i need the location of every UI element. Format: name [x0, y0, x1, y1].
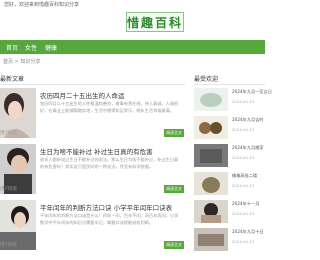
logo-text: 惜趣百科 [127, 15, 184, 30]
site-logo[interactable]: 惜趣百科 [126, 12, 184, 32]
sidebar-title: 最受欢迎 [194, 76, 219, 83]
nav-item-female[interactable]: 女性 [25, 43, 37, 52]
article-card[interactable]: 农历四月二十五出生的人命运 农历四月二十五出生的人性格温和善良，做事有责任感，待… [0, 88, 185, 144]
article-views: 浏览 [8, 187, 17, 192]
sidebar-item-date: 2024-05-13 [232, 155, 255, 160]
section-title-latest: 最新文章 [0, 76, 25, 83]
article-summary: 很多人都听说过生日不能补过的说法，那么生日为啥不能补过，补过生日真的有危害吗？其… [40, 157, 179, 169]
sidebar-item-title[interactable]: 2024年九月十日 [232, 229, 264, 235]
sidebar-thumbnail[interactable] [194, 88, 228, 111]
article-summary: 平年闰年的判断方法口诀是什么？四年一闰，百年不闰，四百年再闰。小学数学中平年闰年… [40, 213, 179, 225]
sidebar-item-title[interactable]: 2024年九月吉时 [232, 117, 264, 123]
sidebar-item[interactable]: 2024年九月吉时 2024-05-13 [194, 116, 265, 143]
sidebar-divider [194, 84, 265, 85]
sidebar-item-date: 2024-05-13 [232, 239, 255, 244]
article-title[interactable]: 平年闰年的判断方法口诀 小学平年闰年口诀表 [40, 202, 172, 212]
sidebar-thumbnail[interactable] [194, 228, 228, 251]
sidebar-item[interactable]: 2024年九月搬家 2024-05-13 [194, 144, 265, 171]
article-title[interactable]: 生日为啥不能补过 补过生日真的有危害 [40, 146, 153, 156]
sidebar-item-date: 2024-05-13 [232, 127, 255, 132]
nav-item-health[interactable]: 健康 [45, 43, 57, 52]
read-more-button[interactable]: 阅读全文 [164, 185, 184, 193]
article-card[interactable]: 生日为啥不能补过 补过生日真的有危害 很多人都听说过生日不能补过的说法，那么生日… [0, 144, 185, 200]
article-card[interactable]: 平年闰年的判断方法口诀 小学平年闰年口诀表 平年闰年的判断方法口诀是什么？四年一… [0, 200, 185, 256]
sidebar-thumbnail[interactable] [194, 172, 228, 195]
article-title[interactable]: 农历四月二十五出生的人命运 [40, 90, 125, 100]
sidebar-thumbnail[interactable] [194, 144, 228, 167]
sidebar-item-date: 2024-05-13 [232, 183, 255, 188]
section-divider [0, 84, 185, 85]
sidebar-item-title[interactable]: 佛像高低二楼 [232, 173, 257, 179]
sidebar-thumbnail[interactable] [194, 116, 228, 139]
sidebar-item[interactable]: 佛像高低二楼 2024-05-13 [194, 172, 265, 199]
sidebar-item-date: 2024-05-13 [232, 211, 255, 216]
sidebar-item-date: 2024-05-13 [232, 99, 255, 104]
article-views: 浏览 [8, 131, 17, 136]
sidebar-item[interactable]: 2024年九月十日 2024-05-13 [194, 228, 265, 255]
welcome-text: 您好，欢迎来到惜趣百科知识分享 [4, 2, 80, 8]
nav-item-home[interactable]: 首页 [6, 43, 18, 52]
sidebar-item-title[interactable]: 2024年十一月 [232, 201, 259, 207]
breadcrumb: 首页 > 知识分享 [3, 59, 41, 65]
read-more-button[interactable]: 阅读全文 [164, 241, 184, 249]
sidebar-item[interactable]: 2024年九月一至吉日 2024-05-13 [194, 88, 272, 115]
sidebar-item-title[interactable]: 2024年九月搬家 [232, 145, 264, 151]
article-summary: 农历四月二十五出生的人性格温和善良，做事有责任感，待人真诚，人缘很好，在事业上能… [40, 101, 179, 113]
top-bar: 您好，欢迎来到惜趣百科知识分享 [0, 0, 265, 10]
sidebar-item-title[interactable]: 2024年九月一至吉日 [232, 89, 272, 95]
main-nav: 首页 女性 健康 [0, 40, 265, 54]
read-more-button[interactable]: 阅读全文 [164, 129, 184, 137]
sidebar-thumbnail[interactable] [194, 200, 228, 223]
article-views: 浏览 [8, 243, 17, 248]
sidebar-item[interactable]: 2024年十一月 2024-05-13 [194, 200, 265, 227]
